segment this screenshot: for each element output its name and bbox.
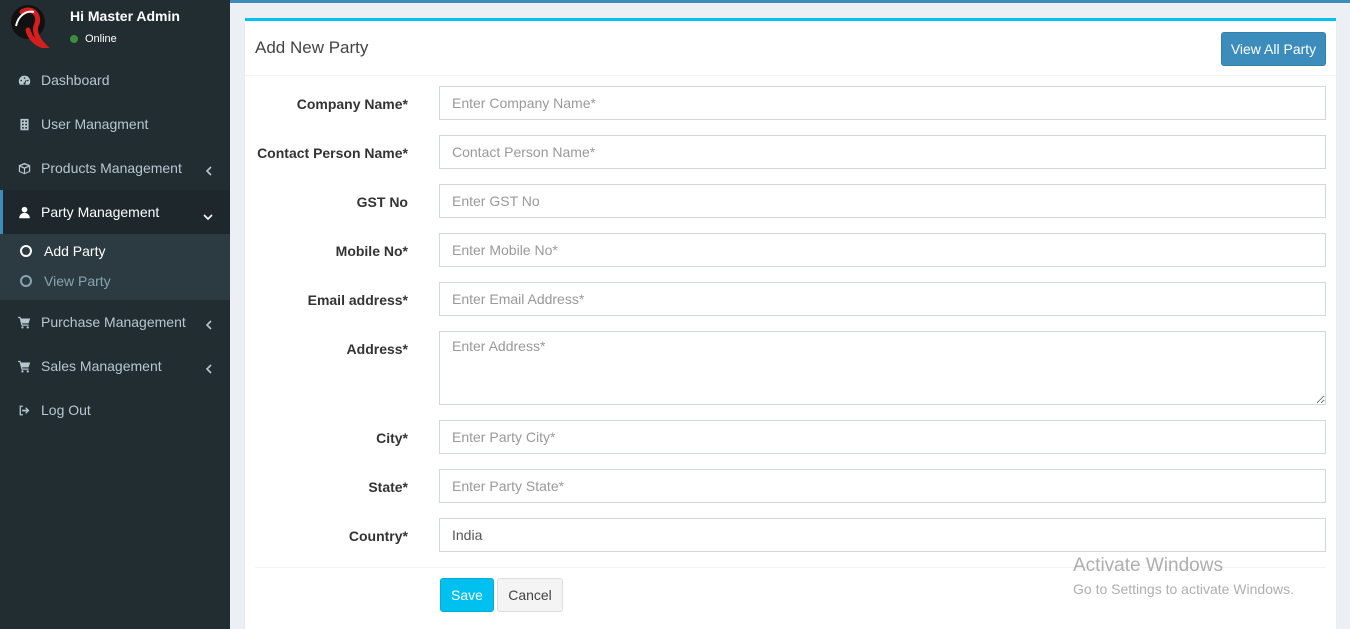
- chevron-down-icon: [203, 208, 213, 221]
- cart-icon: [18, 360, 31, 373]
- sidebar-item-label: Log Out: [41, 402, 91, 418]
- cart-icon: [18, 316, 31, 329]
- sidebar-item-label: Dashboard: [41, 72, 110, 88]
- contact-person-input[interactable]: [439, 135, 1326, 169]
- sidebar-item-label: Products Management: [41, 160, 182, 176]
- brand-logo: [11, 5, 50, 48]
- party-submenu: Add Party View Party: [0, 234, 230, 300]
- submenu-item-label: Add Party: [44, 243, 106, 259]
- gst-input[interactable]: [439, 184, 1326, 218]
- sidebar-item-label: Purchase Management: [41, 314, 186, 330]
- sidebar-menu: Dashboard User Managment Products Manage…: [0, 58, 230, 234]
- user-status: Online: [70, 33, 117, 45]
- chevron-left-icon: [205, 361, 213, 374]
- sidebar: Hi Master Admin Online Dashboard User Ma…: [0, 0, 230, 629]
- company-name-input[interactable]: [439, 86, 1326, 120]
- save-button[interactable]: Save: [440, 578, 494, 612]
- activate-windows-watermark: Activate Windows Go to Settings to activ…: [1073, 555, 1294, 597]
- add-party-box: Add New Party View All Party Company Nam…: [245, 18, 1336, 629]
- circle-icon: [20, 245, 32, 257]
- address-textarea[interactable]: [439, 331, 1326, 405]
- box-header: Add New Party View All Party: [245, 21, 1336, 76]
- country-label: Country*: [348, 528, 408, 544]
- state-input[interactable]: [439, 469, 1326, 503]
- contact-person-label: Contact Person Name*: [257, 145, 408, 161]
- sidebar-item-purchase[interactable]: Purchase Management: [0, 300, 230, 344]
- sidebar-item-products[interactable]: Products Management: [0, 146, 230, 190]
- mobile-label: Mobile No*: [335, 243, 408, 259]
- chevron-left-icon: [205, 317, 213, 330]
- company-name-label: Company Name*: [296, 96, 408, 112]
- submenu-item-label: View Party: [44, 273, 111, 289]
- address-label: Address*: [346, 341, 408, 357]
- chevron-left-icon: [205, 163, 213, 176]
- submenu-item-add-party[interactable]: Add Party: [0, 236, 230, 266]
- status-label: Online: [85, 33, 117, 45]
- sidebar-item-logout[interactable]: Log Out: [0, 388, 230, 432]
- page-title: Add New Party: [255, 38, 369, 57]
- city-label: City*: [376, 430, 408, 446]
- user-panel: Hi Master Admin Online: [0, 0, 230, 58]
- sidebar-menu-lower: Purchase Management Sales Management Log…: [0, 300, 230, 432]
- sign-out-icon: [18, 404, 31, 417]
- sidebar-item-dashboard[interactable]: Dashboard: [0, 58, 230, 102]
- sidebar-item-party-management[interactable]: Party Management: [0, 190, 230, 234]
- country-input[interactable]: [439, 518, 1326, 552]
- cube-icon: [18, 162, 31, 175]
- state-label: State*: [368, 479, 408, 495]
- email-label: Email address*: [307, 292, 408, 308]
- submenu-item-view-party[interactable]: View Party: [0, 266, 230, 296]
- sidebar-item-label: Sales Management: [41, 358, 162, 374]
- gst-label: GST No: [356, 194, 408, 210]
- cancel-button[interactable]: Cancel: [497, 578, 563, 612]
- sidebar-item-user-management[interactable]: User Managment: [0, 102, 230, 146]
- watermark-title: Activate Windows: [1073, 555, 1223, 576]
- sidebar-item-label: User Managment: [41, 116, 149, 132]
- watermark-subtitle: Go to Settings to activate Windows.: [1073, 581, 1294, 597]
- dashboard-icon: [18, 74, 31, 87]
- online-indicator-icon: [70, 35, 78, 43]
- sidebar-item-label: Party Management: [41, 204, 160, 220]
- user-name: Hi Master Admin: [70, 8, 180, 24]
- view-all-party-button[interactable]: View All Party: [1221, 32, 1326, 66]
- building-icon: [18, 118, 31, 131]
- user-icon: [18, 206, 31, 219]
- mobile-input[interactable]: [439, 233, 1326, 267]
- circle-icon: [20, 275, 32, 287]
- email-input[interactable]: [439, 282, 1326, 316]
- sidebar-item-sales[interactable]: Sales Management: [0, 344, 230, 388]
- city-input[interactable]: [439, 420, 1326, 454]
- top-accent-bar: [230, 0, 1350, 3]
